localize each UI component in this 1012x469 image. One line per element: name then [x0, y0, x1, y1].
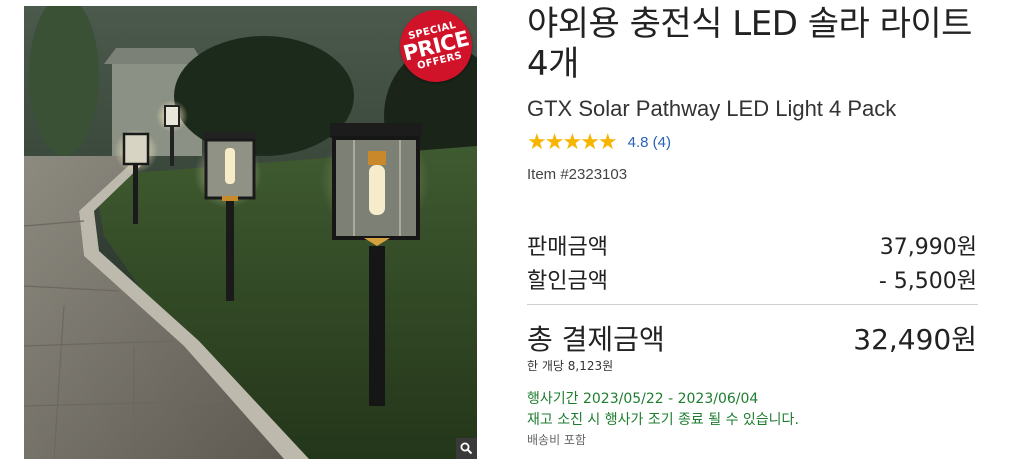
- product-title-english: GTX Solar Pathway LED Light 4 Pack: [527, 96, 897, 121]
- sale-price-label: 판매금액: [527, 235, 608, 260]
- rating-link[interactable]: 4.8 (4): [628, 134, 671, 151]
- rating-stars-icon: ★★★★★: [527, 129, 618, 154]
- sale-price-value: 37,990원: [879, 235, 977, 260]
- promo-period: 행사기간 2023/05/22 - 2023/06/04: [527, 391, 759, 407]
- solar-lights-photo: [24, 6, 477, 459]
- zoom-button[interactable]: [456, 438, 477, 459]
- unit-price: 한 개당 8,123원: [527, 359, 614, 373]
- total-price-label: 총 결제금액: [527, 323, 665, 356]
- total-price-value: 32,490원: [853, 323, 977, 356]
- discount-value: - 5,500원: [878, 269, 977, 294]
- shipping-note: 배송비 포함: [527, 433, 587, 447]
- product-title-korean: 야외용 충전식 LED 솔라 라이트 4개: [527, 4, 972, 84]
- product-rating[interactable]: ★★★★★ 4.8 (4): [527, 131, 671, 153]
- product-image[interactable]: [24, 6, 477, 459]
- item-number: Item #2323103: [527, 166, 628, 183]
- magnifier-icon: [460, 442, 473, 455]
- discount-label: 할인금액: [527, 269, 608, 294]
- stock-notice: 재고 소진 시 행사가 조기 종료 될 수 있습니다.: [527, 412, 799, 428]
- price-divider: [527, 304, 978, 305]
